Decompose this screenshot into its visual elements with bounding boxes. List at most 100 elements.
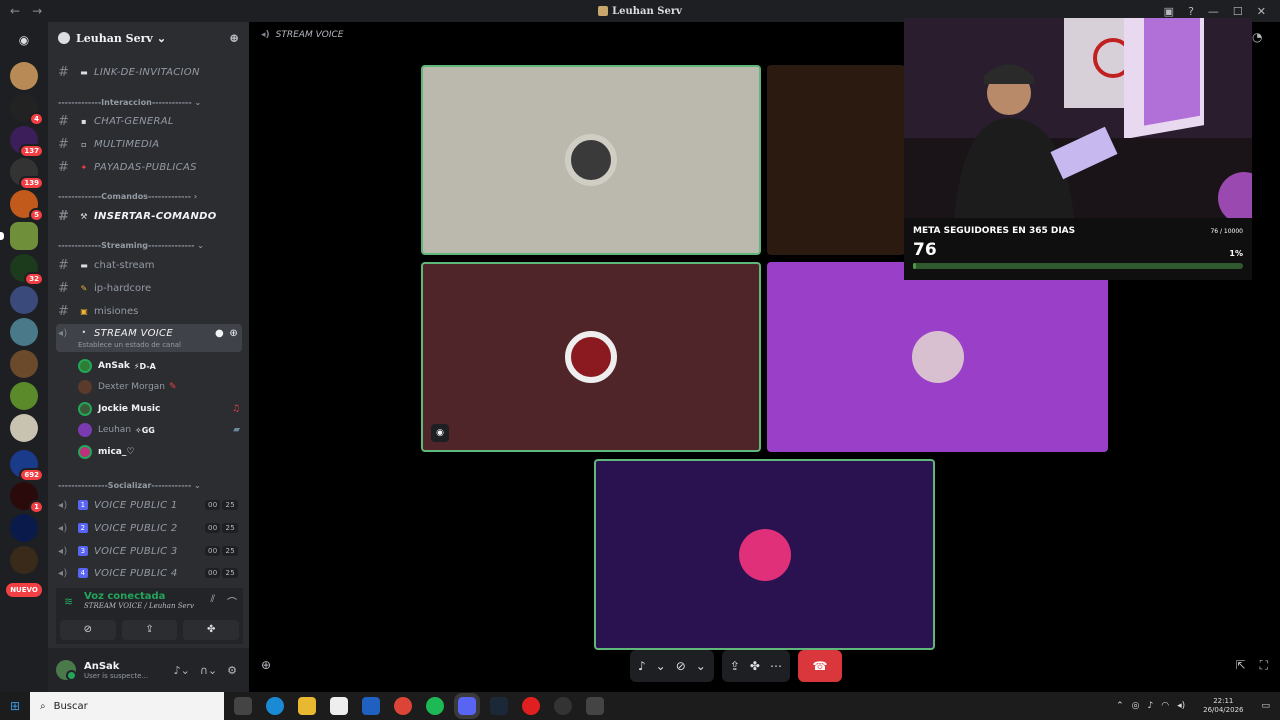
inbox-icon[interactable]: ▣: [1164, 5, 1174, 18]
channel-misiones[interactable]: # ▣ misiones: [56, 301, 242, 321]
guild-icon[interactable]: [10, 414, 38, 442]
youtube-icon[interactable]: [522, 697, 540, 715]
guild-icon[interactable]: [10, 62, 38, 90]
steam-icon[interactable]: [490, 697, 508, 715]
channel-status-text[interactable]: Establece un estado de canal: [78, 341, 181, 349]
guild-icon[interactable]: [10, 546, 38, 574]
channel-stream-voice[interactable]: ◂) • STREAM VOICE ● ⊕ Establece un estado …: [56, 324, 242, 352]
channel-payadas[interactable]: # ✦ PAYADAS-PUBLICAS: [56, 157, 242, 177]
user-status[interactable]: User is suspecte...: [84, 672, 148, 680]
disconnect-icon[interactable]: ⌒: [227, 594, 237, 609]
inbox-badge-icon[interactable]: ◔: [1252, 30, 1270, 48]
chevron-down-icon[interactable]: ⌄: [696, 659, 706, 673]
fullscreen-icon[interactable]: ⛶: [1260, 658, 1268, 673]
avatar[interactable]: [56, 660, 77, 681]
store-icon[interactable]: [330, 697, 348, 715]
guild-icon[interactable]: 5: [10, 190, 44, 222]
windows-start-icon[interactable]: ⊞: [0, 699, 30, 713]
guild-icon[interactable]: 692: [10, 450, 44, 482]
share-screen-icon[interactable]: ⇪: [730, 659, 740, 673]
microphone-icon[interactable]: ♪: [638, 659, 646, 673]
participant-tile[interactable]: ◉: [421, 262, 761, 452]
guild-icon[interactable]: 1: [10, 482, 44, 514]
channel-chat-stream[interactable]: # ▬ chat-stream: [56, 255, 242, 275]
category-interaccion[interactable]: -------------Interaccion------------ ⌄: [58, 98, 238, 107]
noise-suppression-icon[interactable]: ⫽: [211, 594, 215, 609]
stream-preview[interactable]: [904, 18, 1252, 218]
guild-icon[interactable]: [0, 222, 38, 250]
category-socializar[interactable]: ---------------Socializar------------ ⌄: [58, 481, 238, 490]
help-icon[interactable]: ?: [1188, 5, 1194, 18]
chevron-up-icon[interactable]: ⌃: [1116, 701, 1124, 711]
more-options-icon[interactable]: ⋯: [770, 659, 782, 673]
channel-chat-general[interactable]: # ▪ CHAT-GENERAL: [56, 111, 242, 131]
category-streaming[interactable]: -------------Streaming-------------- ⌄: [58, 241, 238, 250]
gear-icon[interactable]: ⚙: [227, 664, 237, 677]
wifi-icon[interactable]: ◠: [1161, 701, 1169, 711]
guild-icon[interactable]: 4: [10, 94, 44, 126]
channel-multimedia[interactable]: # ▫ MULTIMEDIA: [56, 134, 242, 154]
guild-icon[interactable]: 137: [10, 126, 44, 158]
user-name[interactable]: AnSak: [84, 661, 148, 672]
edge-icon[interactable]: [266, 697, 284, 715]
close-icon[interactable]: ✕: [1257, 5, 1266, 18]
network-icon[interactable]: ◎: [1132, 701, 1140, 711]
invite-user-icon[interactable]: ⊕: [229, 31, 239, 45]
invite-icon[interactable]: ⊕: [261, 658, 271, 672]
stream-icon[interactable]: ◉: [431, 424, 449, 442]
maximize-icon[interactable]: ☐: [1233, 5, 1243, 18]
clock[interactable]: 22:11 26/04/2026: [1203, 697, 1243, 715]
voice-location[interactable]: STREAM VOICE / Leuhan Serv: [84, 602, 194, 610]
file-explorer-icon[interactable]: [298, 697, 316, 715]
guild-icon[interactable]: [10, 382, 38, 410]
minimize-icon[interactable]: —: [1208, 5, 1219, 18]
volume-icon[interactable]: ◂): [1177, 701, 1185, 711]
headphones-icon[interactable]: ∩⌄: [200, 664, 217, 677]
server-header[interactable]: Leuhan Serv ⌄ ⊕: [48, 22, 249, 54]
new-badge[interactable]: NUEVO: [6, 583, 42, 597]
channel-ip-hardcore[interactable]: # ✎ ip-hardcore: [56, 278, 242, 298]
guild-icon[interactable]: 139: [10, 158, 44, 190]
guild-icon[interactable]: 32: [10, 254, 44, 286]
hang-up-button[interactable]: ☎: [797, 650, 842, 682]
mail-icon[interactable]: [362, 697, 380, 715]
participant-tile[interactable]: [421, 65, 761, 255]
participant-tile[interactable]: [767, 65, 905, 255]
chat-icon[interactable]: ●: [215, 328, 224, 339]
voice-member[interactable]: Leuhan ✧GG ▰: [78, 421, 242, 439]
task-view-icon[interactable]: [234, 697, 252, 715]
microphone-icon[interactable]: ♪⌄: [174, 664, 190, 677]
voice-member[interactable]: Dexter Morgan ✎: [78, 378, 242, 396]
app-icon[interactable]: [586, 697, 604, 715]
voice-status-title[interactable]: Voz conectada: [84, 591, 194, 602]
signal-icon[interactable]: ≋: [64, 595, 84, 608]
participant-tile[interactable]: [767, 262, 1108, 452]
activities-icon[interactable]: ✤: [750, 659, 760, 673]
add-member-icon[interactable]: ⊕: [229, 328, 238, 339]
discord-home-icon[interactable]: ◉: [10, 26, 38, 54]
guild-icon[interactable]: [10, 350, 38, 378]
channel-voice-public-4[interactable]: ◂) 4 VOICE PUBLIC 4 00 25: [56, 563, 242, 583]
chrome-icon[interactable]: [394, 697, 412, 715]
guild-icon[interactable]: [10, 318, 38, 346]
chevron-down-icon[interactable]: ⌄: [656, 659, 666, 673]
voice-member[interactable]: mica_♡: [78, 443, 242, 461]
channel-voice-public-1[interactable]: ◂) 1 VOICE PUBLIC 1 00 25: [56, 495, 242, 515]
notifications-icon[interactable]: ▭: [1261, 701, 1270, 711]
participant-tile[interactable]: [594, 459, 935, 650]
obs-icon[interactable]: [554, 697, 572, 715]
discord-icon[interactable]: [454, 693, 480, 719]
taskbar-search[interactable]: ⌕ Buscar: [30, 692, 224, 720]
share-screen-button[interactable]: ⇪: [121, 620, 178, 640]
channel-voice-public-2[interactable]: ◂) 2 VOICE PUBLIC 2 00 25: [56, 518, 242, 538]
channel-link[interactable]: # ▬ LINK-DE-INVITACION: [56, 62, 242, 82]
mic-tray-icon[interactable]: ♪: [1147, 701, 1153, 711]
voice-member[interactable]: AnSak ⚡D-A: [78, 357, 242, 375]
category-comandos[interactable]: -------------Comandos------------- ›: [58, 192, 238, 201]
guild-icon[interactable]: [10, 286, 38, 314]
camera-off-icon[interactable]: ⊘: [676, 659, 686, 673]
camera-off-button[interactable]: ⊘: [60, 620, 116, 640]
popout-icon[interactable]: ⇱: [1236, 658, 1246, 673]
activities-button[interactable]: ✤: [183, 620, 240, 640]
channel-voice-public-3[interactable]: ◂) 3 VOICE PUBLIC 3 00 25: [56, 541, 242, 561]
